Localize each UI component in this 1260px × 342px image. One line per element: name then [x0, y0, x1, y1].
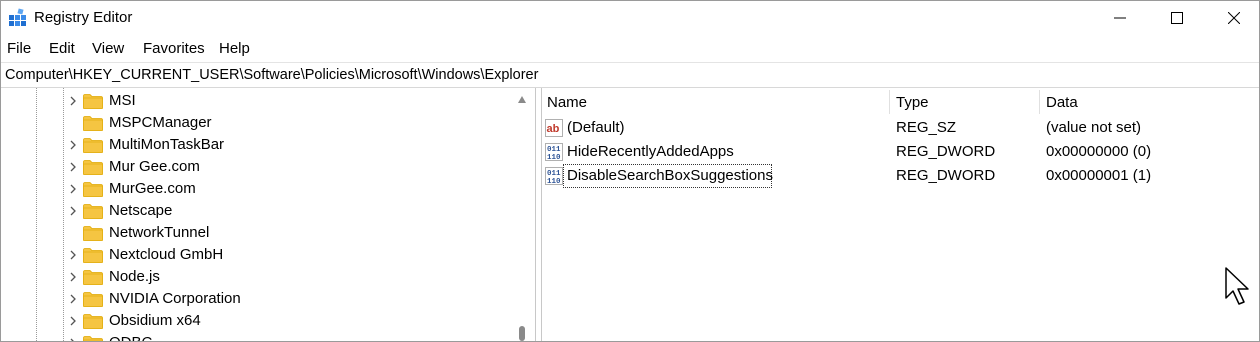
folder-icon	[83, 292, 103, 307]
registry-editor-window: Registry Editor File Edit View Favorites…	[0, 0, 1260, 342]
column-header-name[interactable]: Name	[547, 94, 587, 111]
menu-help[interactable]: Help	[219, 40, 250, 57]
maximize-icon	[1171, 12, 1183, 24]
tree-node-label: MSI	[109, 92, 136, 109]
tree-scrollbar[interactable]	[511, 88, 533, 341]
tree-node-label: Mur Gee.com	[109, 158, 200, 175]
column-divider[interactable]	[889, 90, 890, 114]
value-type: REG_SZ	[896, 119, 957, 136]
svg-text:011: 011	[547, 170, 561, 178]
folder-icon	[83, 270, 103, 285]
svg-text:110: 110	[547, 154, 561, 161]
tree-node[interactable]: MurGee.com	[67, 178, 507, 200]
menu-favorites[interactable]: Favorites	[143, 40, 205, 57]
value-row[interactable]: 011 110 DisableSearchBoxSuggestions REG_DWO…	[541, 164, 1259, 188]
tree-node[interactable]: ODBC	[67, 332, 507, 341]
folder-icon	[83, 226, 103, 241]
column-divider[interactable]	[1039, 90, 1040, 114]
close-icon	[1228, 12, 1240, 24]
column-header-data[interactable]: Data	[1046, 94, 1078, 111]
svg-text:110: 110	[547, 178, 561, 185]
column-header-type[interactable]: Type	[896, 94, 929, 111]
value-row[interactable]: 011 110 HideRecentlyAddedApps REG_DWORD 0x00…	[541, 140, 1259, 164]
values-list[interactable]: Name Type Data ab (Default) REG_SZ (value n…	[541, 88, 1259, 341]
tree-node[interactable]: Obsidium x64	[67, 310, 507, 332]
menu-view[interactable]: View	[92, 40, 124, 57]
maximize-button[interactable]	[1148, 1, 1206, 35]
value-row[interactable]: ab (Default) REG_SZ (value not set)	[541, 116, 1259, 140]
menu-edit[interactable]: Edit	[49, 40, 75, 57]
tree-node[interactable]: Mur Gee.com	[67, 156, 507, 178]
tree-guide-line	[63, 88, 64, 341]
folder-icon	[83, 314, 103, 329]
tree-node-label: MultiMonTaskBar	[109, 136, 225, 153]
close-button[interactable]	[1205, 1, 1259, 35]
expand-chevron-icon[interactable]	[67, 95, 79, 107]
tree-guide-line	[36, 88, 37, 341]
value-type: REG_DWORD	[896, 167, 996, 184]
folder-icon	[83, 182, 103, 197]
list-header: Name Type Data	[541, 88, 1259, 114]
tree-node-label: MSPCManager	[109, 114, 212, 131]
address-bar[interactable]: Computer\HKEY_CURRENT_USER\Software\Poli…	[1, 62, 1259, 88]
binary-value-icon: 011110	[545, 167, 563, 185]
tree-node-label: Node.js	[109, 268, 160, 285]
tree-node[interactable]: NetworkTunnel	[67, 222, 507, 244]
menu-bar: File Edit View Favorites Help	[1, 37, 1259, 61]
expand-chevron-icon[interactable]	[67, 293, 79, 305]
folder-icon	[83, 94, 103, 109]
value-data: 0x00000001 (1)	[1046, 167, 1152, 184]
svg-text:ab: ab	[547, 123, 560, 135]
expand-chevron-icon[interactable]	[67, 337, 79, 341]
tree-node[interactable]: Netscape	[67, 200, 507, 222]
folder-icon	[83, 204, 103, 219]
tree-node-label: NetworkTunnel	[109, 224, 210, 241]
value-data: (value not set)	[1046, 119, 1142, 136]
string-value-icon: ab	[545, 119, 563, 137]
tree-node[interactable]: MultiMonTaskBar	[67, 134, 507, 156]
minimize-icon	[1114, 17, 1126, 19]
tree-node-label: Obsidium x64	[109, 312, 201, 329]
registry-editor-app-icon	[9, 8, 26, 26]
value-data: 0x00000000 (0)	[1046, 143, 1152, 160]
tree-node[interactable]: MSPCManager	[67, 112, 507, 134]
folder-icon	[83, 248, 103, 263]
value-type: REG_DWORD	[896, 143, 996, 160]
menu-file[interactable]: File	[7, 40, 31, 57]
scroll-up-arrow-icon[interactable]	[518, 96, 526, 103]
scrollbar-graphic	[518, 96, 526, 341]
folder-icon	[83, 138, 103, 153]
mouse-cursor-icon	[1225, 267, 1249, 305]
tree-node-label: Netscape	[109, 202, 173, 219]
folder-icon	[83, 160, 103, 175]
expand-chevron-icon[interactable]	[67, 271, 79, 283]
folder-icon	[83, 116, 103, 131]
tree-node[interactable]: NVIDIA Corporation	[67, 288, 507, 310]
window-title: Registry Editor	[34, 9, 133, 26]
key-tree-pane[interactable]: MSI MSPCManager MultiMonTaskBar Mur Gee.com…	[1, 88, 533, 341]
svg-text:011: 011	[547, 146, 561, 154]
folder-icon	[83, 336, 103, 341]
minimize-button[interactable]	[1091, 1, 1149, 35]
tree-node[interactable]: MSI	[67, 90, 507, 112]
address-path: Computer\HKEY_CURRENT_USER\Software\Poli…	[5, 67, 539, 83]
value-name: DisableSearchBoxSuggestions	[567, 167, 773, 184]
binary-value-icon: 011110	[545, 143, 563, 161]
expand-chevron-icon[interactable]	[67, 161, 79, 173]
expand-chevron-icon[interactable]	[67, 249, 79, 261]
expand-chevron-icon[interactable]	[67, 139, 79, 151]
value-name: (Default)	[567, 119, 625, 136]
tree-node-label: NVIDIA Corporation	[109, 290, 241, 307]
tree-node[interactable]: Nextcloud GmbH	[67, 244, 507, 266]
tree-node-label: ODBC	[109, 334, 152, 341]
tree-node-label: Nextcloud GmbH	[109, 246, 224, 263]
value-name: HideRecentlyAddedApps	[567, 143, 734, 160]
title-bar: Registry Editor	[1, 1, 1259, 35]
tree-node-label: MurGee.com	[109, 180, 196, 197]
tree-node[interactable]: Node.js	[67, 266, 507, 288]
scrollbar-thumb[interactable]	[519, 326, 525, 341]
expand-chevron-icon[interactable]	[67, 183, 79, 195]
expand-chevron-icon[interactable]	[67, 315, 79, 327]
expand-chevron-icon[interactable]	[67, 205, 79, 217]
